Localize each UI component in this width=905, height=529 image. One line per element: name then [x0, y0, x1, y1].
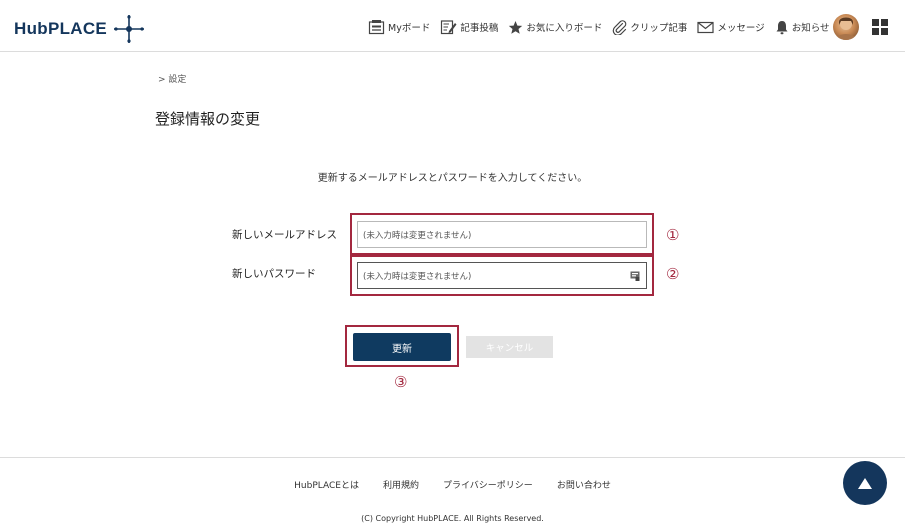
clip-icon	[613, 19, 627, 35]
annotation-marker-3: ③	[394, 373, 408, 391]
password-input[interactable]: (未入力時は変更されません)	[357, 262, 647, 289]
board-icon	[368, 20, 385, 35]
avatar-photo-icon	[836, 17, 856, 40]
main-nav: Myボード 記事投稿 お気に入りボード クリップ記事 メッセージ お知らせ	[368, 16, 840, 38]
nav-label: お知らせ	[791, 23, 830, 34]
breadcrumb[interactable]: > 設定	[158, 72, 186, 85]
edit-icon	[441, 20, 457, 35]
star-icon	[509, 20, 523, 34]
copyright-text: (C) Copyright HubPLACE. All Rights Reser…	[361, 514, 544, 523]
nav-label: 記事投稿	[460, 23, 499, 34]
scroll-to-top-button[interactable]	[843, 461, 887, 505]
nav-post-article[interactable]: 記事投稿	[440, 19, 498, 35]
nav-messages[interactable]: メッセージ	[697, 20, 765, 34]
footer-link-terms[interactable]: 利用規約	[383, 478, 419, 491]
avatar[interactable]	[833, 14, 859, 40]
nav-favorite-boards[interactable]: お気に入りボード	[508, 20, 602, 35]
password-placeholder: (未入力時は変更されません)	[363, 271, 472, 282]
email-input[interactable]: (未入力時は変更されません)	[357, 221, 647, 248]
mail-icon	[697, 21, 714, 33]
footer-links: HubPLACEとは 利用規約 プライバシーポリシー お問い合わせ	[0, 478, 905, 491]
password-manager-icon[interactable]	[630, 271, 640, 281]
header: HubPLACE Myボード 記事投稿 お気に入りボード クリップ記事 メッセー…	[0, 0, 905, 52]
footer-link-contact[interactable]: お問い合わせ	[557, 478, 611, 491]
logo-text: HubPLACE	[14, 19, 108, 38]
nav-clipped-articles[interactable]: クリップ記事	[612, 19, 688, 35]
nav-label: クリップ記事	[630, 23, 688, 34]
logo-mark-icon	[114, 15, 145, 43]
logo[interactable]: HubPLACE	[14, 14, 145, 44]
email-label: 新しいメールアドレス	[232, 229, 337, 241]
annotation-marker-1: ①	[666, 226, 680, 244]
cancel-button[interactable]: キャンセル	[466, 336, 553, 358]
nav-notifications[interactable]: お知らせ	[775, 20, 830, 35]
email-placeholder: (未入力時は変更されません)	[363, 230, 472, 241]
arrow-up-icon	[858, 477, 872, 489]
page-title: 登録情報の変更	[155, 110, 261, 128]
nav-label: お気に入りボード	[526, 23, 603, 34]
instructions-text: 更新するメールアドレスとパスワードを入力してください。	[317, 173, 588, 184]
footer-link-about[interactable]: HubPLACEとは	[294, 478, 359, 491]
footer-divider	[0, 457, 905, 458]
footer-link-privacy[interactable]: プライバシーポリシー	[443, 478, 533, 491]
nav-my-board[interactable]: Myボード	[368, 19, 430, 35]
bell-icon	[776, 20, 788, 34]
password-label: 新しいパスワード	[232, 268, 316, 280]
annotation-marker-2: ②	[666, 265, 680, 283]
nav-label: メッセージ	[717, 23, 765, 34]
update-button[interactable]: 更新	[353, 333, 451, 361]
app-grid-icon[interactable]	[872, 19, 888, 35]
nav-label: Myボード	[388, 23, 431, 34]
